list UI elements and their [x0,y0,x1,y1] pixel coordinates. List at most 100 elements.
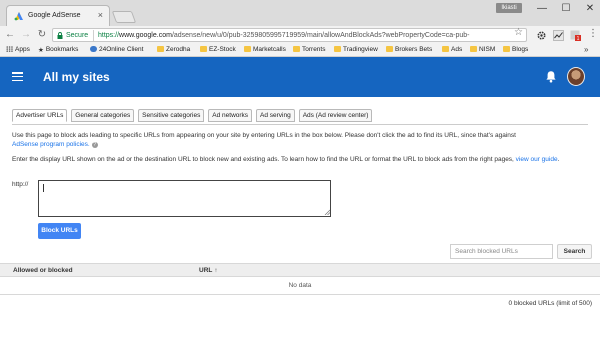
folder-icon [293,46,300,52]
tab-ad-networks[interactable]: Ad networks [208,109,253,122]
secure-label: Secure [66,32,89,39]
minimize-icon[interactable]: — [532,2,552,16]
blocked-url-count: 0 blocked URLs (limit of 500) [508,300,592,307]
folder-icon [442,46,449,52]
kebab-menu-icon[interactable]: ⋮ [588,28,598,39]
lock-icon [57,32,63,39]
bookmark-blogs[interactable]: Blogs [503,46,528,56]
url-prefix: https:// [98,32,120,39]
hamburger-icon[interactable] [12,72,23,82]
folder-icon [200,46,207,52]
bookmark-label: Zerodha [166,46,191,53]
svg-text:1: 1 [577,36,580,41]
description-block: Use this page to block ads leading to sp… [12,131,596,149]
gear-icon[interactable] [536,30,547,41]
star-icon: ★ [38,47,44,54]
column-url-label: URL [199,267,213,274]
address-bar[interactable]: Secure https://www.google.com/adsense/ne… [52,28,527,42]
help-icon[interactable]: ? [91,142,98,148]
tabs-divider [12,124,588,125]
block-urls-button[interactable]: Block URLs [38,223,81,239]
arrow-left-icon[interactable]: ← [3,28,17,42]
bookmark-ads[interactable]: Ads [442,46,462,56]
page-title: All my sites [43,70,110,84]
table-divider [0,294,600,295]
empty-table-message: No data [288,282,312,289]
star-icon[interactable]: ☆ [514,27,523,38]
bookmark-label: Bookmarks [45,46,79,53]
folder-icon [244,46,251,52]
bookmark-marketcalls[interactable]: Marketcalls [244,46,286,56]
browser-tab-strip: Google AdSense × Ikiasti — ☐ ✕ [0,0,600,26]
search-button[interactable]: Search [557,244,592,259]
sort-ascending-icon: ↑ [214,268,218,274]
text-cursor [43,184,44,192]
bookmark-label: Brokers Bets [395,46,433,53]
bookmark-label: Blogs [512,46,529,53]
bookmark-24online[interactable]: 24Online Client [90,46,143,56]
tab-general-categories[interactable]: General categories [71,109,135,122]
bookmark-nism[interactable]: NISM [470,46,495,56]
policy-link[interactable]: AdSense program policies. [12,141,90,148]
view-guide-link[interactable]: view our guide [516,156,558,163]
tab-ad-serving[interactable]: Ad serving [256,109,295,122]
avatar[interactable] [567,67,585,86]
profile-badge[interactable]: Ikiasti [496,3,522,13]
bookmarks-bar: Apps ★ Bookmarks 24Online Client Zerodha … [0,44,600,57]
tab-advertiser-urls[interactable]: Advertiser URLs [12,109,68,122]
description-line-2-end: . [557,156,560,163]
bookmark-label: Tradingview [343,46,378,53]
bell-icon[interactable] [545,70,557,83]
bookmark-brokers-bets[interactable]: Brokers Bets [386,46,432,56]
column-url[interactable]: URL ↑ [199,267,217,274]
bookmark-label: Apps [15,46,30,53]
bookmark-label: Torrents [302,46,326,53]
folder-icon [470,46,477,52]
http-prefix-label: http:// [12,181,29,188]
resize-grip-icon[interactable] [324,209,330,215]
instruction-block: Enter the display URL shown on the ad or… [12,155,596,164]
bookmark-ez-stock[interactable]: EZ-Stock [200,46,236,56]
bookmark-label: EZ-Stock [209,46,236,53]
window-close-icon[interactable]: ✕ [580,2,600,16]
url-divider [93,30,94,41]
cloud-icon [90,46,97,52]
folder-icon [386,46,393,52]
browser-tab-adsense[interactable]: Google AdSense × [6,5,110,26]
column-allowed-or-blocked[interactable]: Allowed or blocked [13,267,73,274]
url-host: www.google.com [119,32,172,39]
bookmark-apps[interactable]: Apps [6,46,30,56]
notification-extension-icon[interactable]: 1 [570,30,581,41]
bookmark-torrents[interactable]: Torrents [293,46,325,56]
close-icon[interactable]: × [98,10,103,20]
bookmark-label: Ads [451,46,463,53]
tab-sensitive-categories[interactable]: Sensitive categories [138,109,205,122]
bookmark-zerodha[interactable]: Zerodha [157,46,190,56]
bookmarks-overflow-icon[interactable]: » [584,45,588,54]
reload-icon[interactable]: ↻ [35,28,49,42]
tab-ad-review-center[interactable]: Ads (Ad review center) [298,109,373,122]
url-text[interactable]: https://www.google.com/adsense/new/u/0/p… [98,32,469,39]
maximize-icon[interactable]: ☐ [556,2,576,16]
bookmark-label: Marketcalls [253,46,286,53]
app-header: All my sites [0,57,600,97]
apps-grid-icon [6,46,13,52]
adsense-favicon-icon [14,12,23,21]
arrow-right-icon[interactable]: → [19,28,33,42]
folder-icon [503,46,510,52]
browser-tab-title: Google AdSense [28,12,81,19]
url-path: /adsense/new/u/0/pub-3259805995719959/ma… [171,32,470,39]
table-header: Allowed or blocked URL ↑ [0,263,600,277]
description-line-1: Use this page to block ads leading to sp… [12,132,516,139]
chart-extension-icon[interactable] [553,30,564,41]
bookmark-label: NISM [479,46,496,53]
tabs-row: Advertiser URLs General categories Sensi… [12,109,374,122]
search-blocked-urls-input[interactable] [450,244,553,259]
bookmark-tradingview[interactable]: Tradingview [334,46,378,56]
folder-icon [157,46,164,52]
new-tab-button[interactable] [111,11,137,23]
bookmark-bookmarks[interactable]: ★ Bookmarks [38,46,78,56]
bookmark-label: 24Online Client [99,46,144,53]
browser-toolbar: ← → ↻ Secure https://www.google.com/adse… [0,26,600,44]
block-url-textarea[interactable] [38,180,331,217]
